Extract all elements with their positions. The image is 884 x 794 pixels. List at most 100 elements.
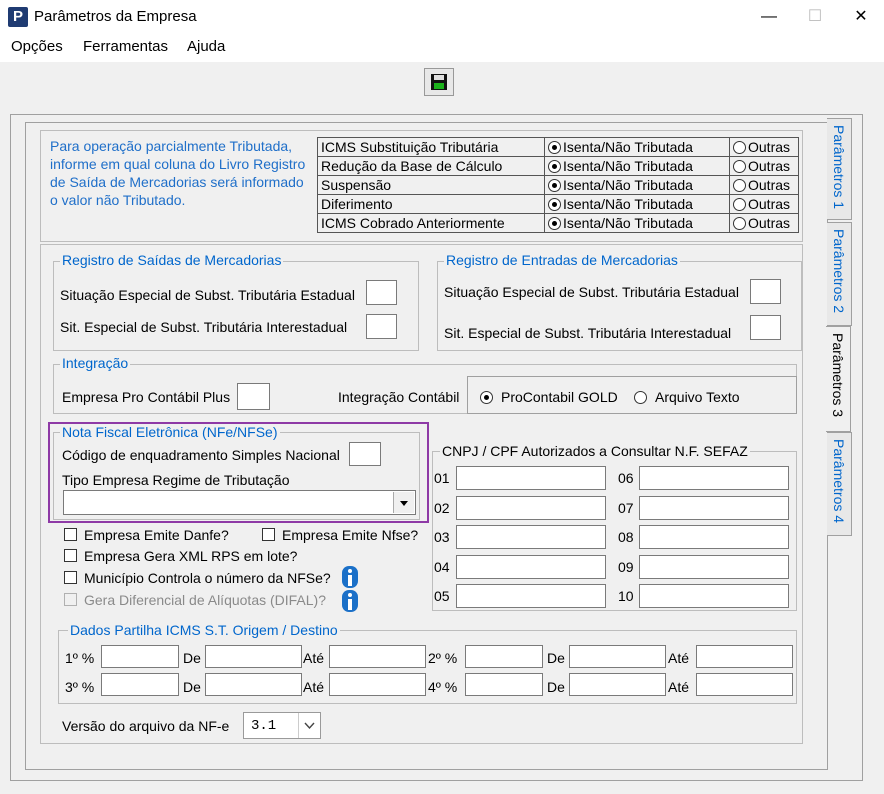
minimize-button[interactable]: — <box>746 0 792 34</box>
dropdown-button[interactable] <box>298 713 320 738</box>
radio-isenta[interactable]: Isenta/Não Tributada <box>544 156 730 176</box>
codigo-enquadramento-input[interactable] <box>349 442 381 466</box>
partilha-ate-input[interactable] <box>329 673 426 696</box>
difal-checkbox <box>64 593 77 606</box>
cnpj-input[interactable] <box>639 525 789 549</box>
partilha-de-input[interactable] <box>205 645 302 668</box>
menu-opcoes[interactable]: Opções <box>11 38 63 55</box>
cnpj-input[interactable] <box>456 466 606 490</box>
partilha-ate-input[interactable] <box>696 673 793 696</box>
partilha-percent-input[interactable] <box>101 673 179 696</box>
radio-selected[interactable] <box>548 179 561 192</box>
radio-selected[interactable] <box>548 217 561 230</box>
empresa-pro-input[interactable] <box>237 383 270 410</box>
radio-procontabil-gold[interactable]: ProContabil GOLD <box>480 389 618 405</box>
icms-row: Redução da Base de Cálculo Isenta/Não Tr… <box>317 156 799 176</box>
radio-label: Outras <box>748 215 791 231</box>
partilha-percent-input[interactable] <box>465 673 543 696</box>
integracao-title: Integração <box>60 355 131 371</box>
radio-unselected[interactable] <box>733 160 746 173</box>
radio-label: Outras <box>748 177 791 193</box>
radio-unselected[interactable] <box>733 179 746 192</box>
radio-isenta[interactable]: Isenta/Não Tributada <box>544 213 730 233</box>
cnpj-label: 02 <box>434 500 450 516</box>
maximize-button[interactable]: ☐ <box>792 0 838 34</box>
cnpj-input[interactable] <box>639 466 789 490</box>
ate-label: Até <box>303 650 325 666</box>
entradas-estadual-label: Situação Especial de Subst. Tributária E… <box>444 284 739 300</box>
partilha-ate-input[interactable] <box>329 645 426 668</box>
radio-selected[interactable] <box>480 391 493 404</box>
cnpj-label: 01 <box>434 470 450 486</box>
ate-label: Até <box>303 679 325 695</box>
radio-arquivo-texto[interactable]: Arquivo Texto <box>634 389 740 405</box>
radio-outras[interactable]: Outras <box>729 156 799 176</box>
radio-outras[interactable]: Outras <box>729 194 799 214</box>
radio-isenta[interactable]: Isenta/Não Tributada <box>544 175 730 195</box>
entradas-interestadual-input[interactable] <box>750 315 781 340</box>
de-label: De <box>547 679 565 695</box>
tab-parametros-2[interactable]: Parâmetros 2 <box>827 222 852 326</box>
radio-label: Isenta/Não Tributada <box>563 139 693 155</box>
municipio-checkbox[interactable] <box>64 571 77 584</box>
saidas-estadual-input[interactable] <box>366 280 397 305</box>
saidas-interestadual-input[interactable] <box>366 314 397 339</box>
cnpj-input[interactable] <box>456 555 606 579</box>
partilha-title: Dados Partilha ICMS S.T. Origem / Destin… <box>68 622 340 638</box>
radio-selected[interactable] <box>548 141 561 154</box>
icms-row: ICMS Substituição Tributária Isenta/Não … <box>317 137 799 157</box>
radio-unselected[interactable] <box>733 198 746 211</box>
partilha-percent-input[interactable] <box>101 645 179 668</box>
partilha-percent-input[interactable] <box>465 645 543 668</box>
tab-parametros-3[interactable]: Parâmetros 3 <box>826 326 851 432</box>
danfe-checkbox[interactable] <box>64 528 77 541</box>
close-button[interactable]: ✕ <box>838 0 884 34</box>
xml-checkbox[interactable] <box>64 549 77 562</box>
partilha-row-label: 4º % <box>428 679 458 695</box>
menu-ajuda[interactable]: Ajuda <box>187 38 225 55</box>
radio-unselected[interactable] <box>634 391 647 404</box>
dropdown-button[interactable] <box>393 492 414 513</box>
radio-outras[interactable]: Outras <box>729 213 799 233</box>
radio-isenta[interactable]: Isenta/Não Tributada <box>544 137 730 157</box>
cnpj-input[interactable] <box>456 584 606 608</box>
menu-ferramentas[interactable]: Ferramentas <box>83 38 168 55</box>
radio-selected[interactable] <box>548 160 561 173</box>
chevron-down-icon <box>304 722 315 730</box>
icms-row-label: Redução da Base de Cálculo <box>317 156 545 176</box>
versao-select[interactable]: 3.1 <box>243 712 321 739</box>
info-icon[interactable] <box>342 566 358 588</box>
radio-outras[interactable]: Outras <box>729 137 799 157</box>
partilha-de-input[interactable] <box>569 673 666 696</box>
saidas-interestadual-label: Sit. Especial de Subst. Tributária Inter… <box>60 319 348 335</box>
empresa-pro-label: Empresa Pro Contábil Plus <box>62 389 231 405</box>
save-button[interactable] <box>424 68 454 96</box>
radio-unselected[interactable] <box>733 217 746 230</box>
saidas-estadual-label: Situação Especial de Subst. Tributária E… <box>60 287 355 303</box>
cnpj-input[interactable] <box>456 496 606 520</box>
tipo-empresa-select[interactable] <box>63 490 416 515</box>
radio-unselected[interactable] <box>733 141 746 154</box>
radio-label: Arquivo Texto <box>655 389 740 405</box>
radio-label: Isenta/Não Tributada <box>563 158 693 174</box>
cnpj-input[interactable] <box>639 584 789 608</box>
partilha-ate-input[interactable] <box>696 645 793 668</box>
partilha-de-input[interactable] <box>205 673 302 696</box>
radio-isenta[interactable]: Isenta/Não Tributada <box>544 194 730 214</box>
cnpj-input[interactable] <box>639 555 789 579</box>
partilha-de-input[interactable] <box>569 645 666 668</box>
danfe-label: Empresa Emite Danfe? <box>84 527 229 543</box>
nfe-title: Nota Fiscal Eletrônica (NFe/NFSe) <box>60 424 280 440</box>
info-icon[interactable] <box>342 590 358 612</box>
icms-row: Suspensão Isenta/Não Tributada Outras <box>317 175 799 195</box>
cnpj-input[interactable] <box>639 496 789 520</box>
tab-parametros-1[interactable]: Parâmetros 1 <box>827 118 852 220</box>
cnpj-input[interactable] <box>456 525 606 549</box>
tipo-empresa-label: Tipo Empresa Regime de Tributação <box>62 472 290 488</box>
radio-selected[interactable] <box>548 198 561 211</box>
tab-parametros-4[interactable]: Parâmetros 4 <box>827 432 852 536</box>
nfse-checkbox[interactable] <box>262 528 275 541</box>
entradas-estadual-input[interactable] <box>750 279 781 304</box>
radio-outras[interactable]: Outras <box>729 175 799 195</box>
icms-row-label: Diferimento <box>317 194 545 214</box>
